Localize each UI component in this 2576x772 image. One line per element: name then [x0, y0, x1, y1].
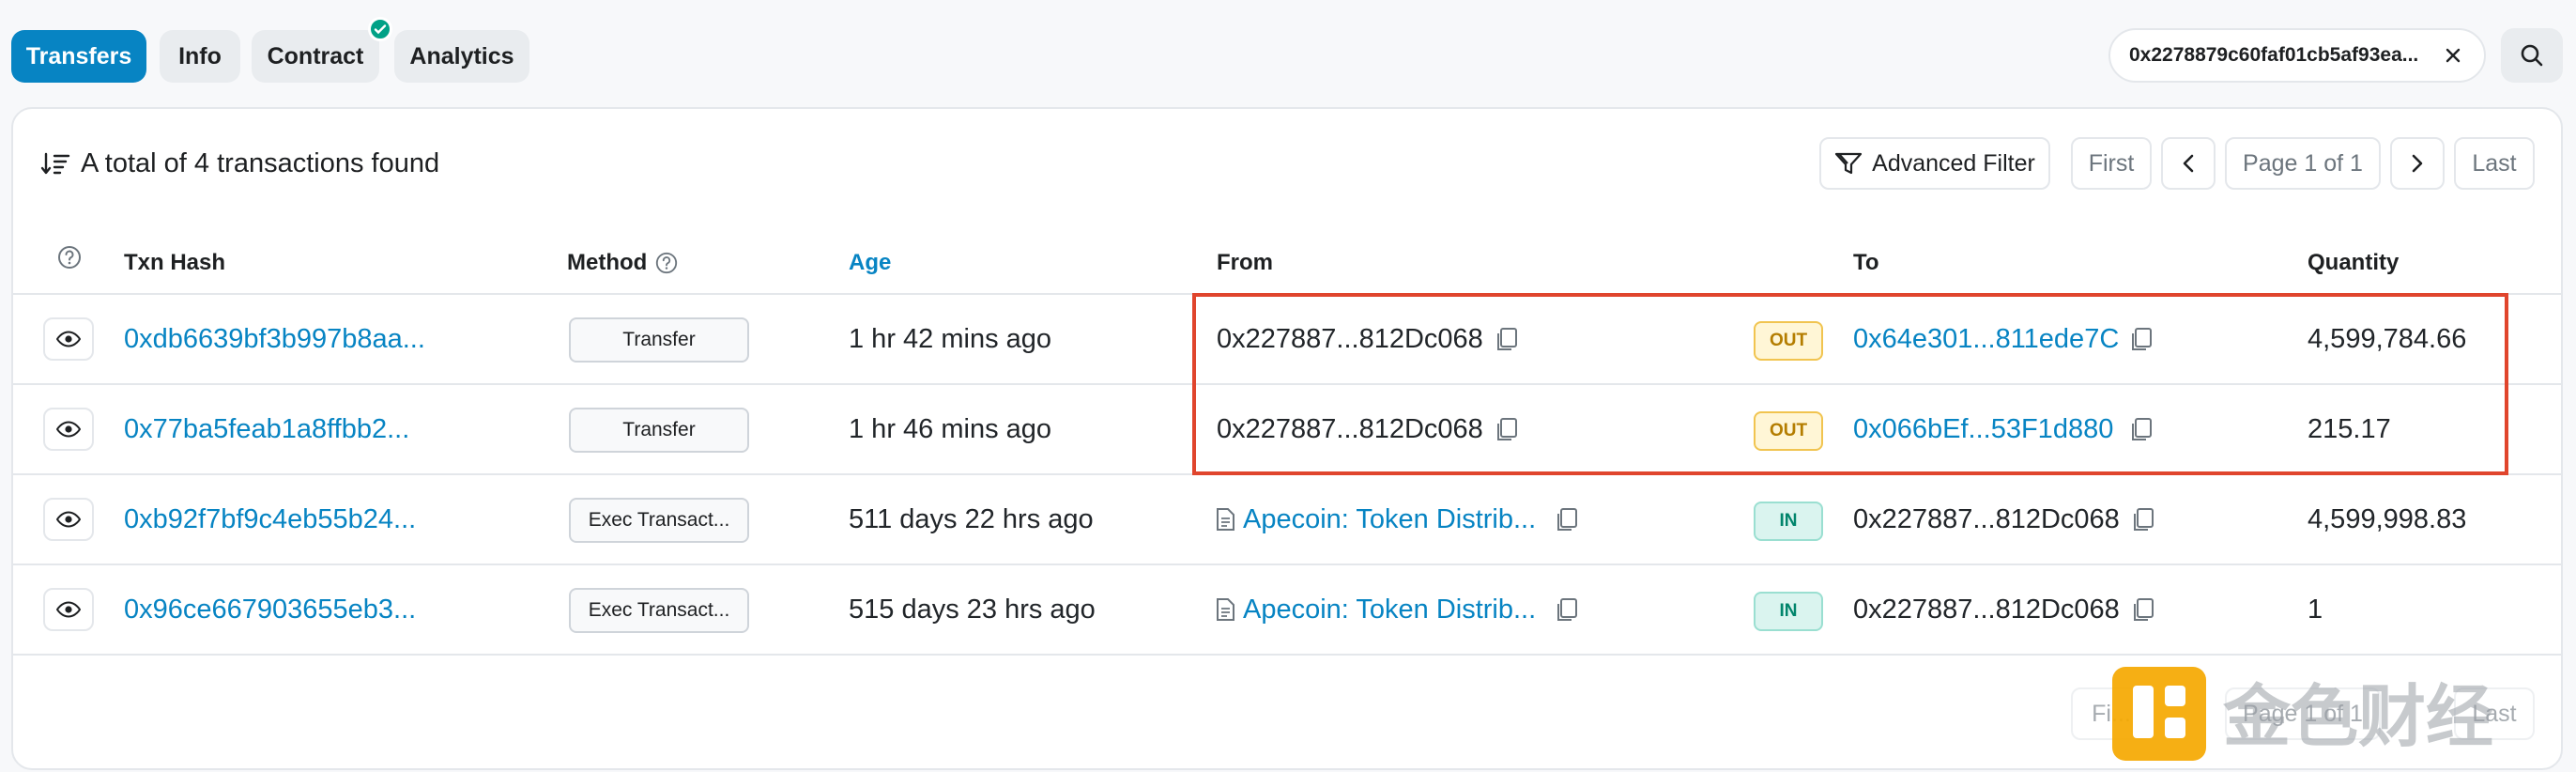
txn-hash-link[interactable]: 0x96ce667903655eb3...	[124, 565, 416, 654]
table-header: Txn Hash Method Age From To Quantity	[13, 229, 2561, 295]
svg-text:金色财经: 金色财经	[2222, 677, 2493, 756]
view-details-button[interactable]	[43, 408, 94, 451]
view-details-button[interactable]	[43, 498, 94, 541]
table-row: 0x96ce667903655eb3... Exec Transact... 5…	[13, 565, 2561, 656]
contract-doc-icon	[1215, 597, 1235, 622]
search-button[interactable]	[2501, 28, 2563, 83]
tab-info[interactable]: Info	[160, 30, 240, 83]
quantity-value: 4,599,998.83	[2308, 503, 2467, 534]
from-address: Apecoin: Token Distrib...	[1243, 503, 1537, 534]
col-from: From	[1217, 250, 1273, 275]
from-contract-link[interactable]: Apecoin: Token Distrib...	[1215, 565, 1536, 654]
chevron-right-icon	[2412, 154, 2423, 173]
advanced-filter-label: Advanced Filter	[1872, 149, 2035, 177]
txn-age: 511 days 22 hrs ago	[849, 503, 1094, 534]
eye-icon	[56, 331, 81, 347]
copy-icon[interactable]	[2129, 596, 2157, 625]
method-badge: Exec Transact...	[569, 588, 749, 633]
method-badge: Transfer	[569, 408, 749, 453]
address-filter-chip: 0x2278879c60faf01cb5af93ea...	[2108, 28, 2486, 83]
eye-icon	[56, 511, 81, 528]
filter-icon	[1835, 152, 1863, 175]
tab-transfers[interactable]: Transfers	[11, 30, 146, 83]
contract-doc-icon	[1215, 507, 1235, 532]
clear-filter-icon[interactable]	[2439, 41, 2467, 69]
first-page-button[interactable]: First	[2071, 137, 2152, 190]
eye-icon	[56, 421, 81, 438]
txn-hash-link[interactable]: 0xb92f7bf9c4eb55b24...	[124, 475, 416, 564]
tab-analytics[interactable]: Analytics	[394, 30, 529, 83]
method-help-icon[interactable]	[654, 251, 679, 275]
sort-icon	[40, 152, 70, 174]
eye-icon	[56, 601, 81, 618]
help-icon[interactable]	[56, 244, 83, 277]
from-address: Apecoin: Token Distrib...	[1243, 594, 1537, 625]
last-page-button[interactable]: Last	[2454, 137, 2535, 190]
txn-age: 1 hr 42 mins ago	[849, 323, 1052, 354]
to-address: 0x227887...812Dc068	[1853, 503, 2120, 534]
col-method: Method	[567, 250, 679, 276]
method-badge: Exec Transact...	[569, 498, 749, 543]
page-indicator: Page 1 of 1	[2225, 137, 2381, 190]
direction-badge: IN	[1754, 502, 1823, 541]
summary-text: A total of 4 transactions found	[81, 148, 440, 178]
col-quantity: Quantity	[2308, 250, 2400, 275]
verified-check-icon	[368, 17, 392, 41]
search-icon	[2521, 44, 2543, 67]
from-contract-link[interactable]: Apecoin: Token Distrib...	[1215, 475, 1536, 564]
advanced-filter-button[interactable]: Advanced Filter	[1819, 137, 2050, 190]
watermark-logo: 金色财经	[2112, 667, 2493, 761]
copy-icon[interactable]	[2129, 506, 2157, 534]
txn-hash-link[interactable]: 0xdb6639bf3b997b8aa...	[124, 295, 425, 383]
table-row: 0xb92f7bf9c4eb55b24... Exec Transact... …	[13, 475, 2561, 565]
direction-badge: IN	[1754, 592, 1823, 631]
prev-page-button[interactable]	[2161, 137, 2216, 190]
txn-age: 1 hr 46 mins ago	[849, 413, 1052, 444]
txn-hash-link[interactable]: 0x77ba5feab1a8ffbb2...	[124, 385, 409, 473]
copy-icon[interactable]	[1553, 506, 1581, 534]
col-to: To	[1853, 250, 1879, 275]
col-method-label: Method	[567, 250, 648, 275]
col-age[interactable]: Age	[849, 250, 891, 276]
next-page-button[interactable]	[2390, 137, 2445, 190]
transactions-summary: A total of 4 transactions found	[39, 148, 439, 179]
tab-contract[interactable]: Contract	[252, 30, 379, 83]
to-address: 0x227887...812Dc068	[1853, 594, 2120, 625]
view-details-button[interactable]	[43, 317, 94, 361]
chevron-left-icon	[2183, 154, 2194, 173]
col-txn-hash: Txn Hash	[124, 250, 226, 275]
txn-age: 515 days 23 hrs ago	[849, 594, 1096, 625]
copy-icon[interactable]	[1553, 596, 1581, 625]
method-badge: Transfer	[569, 317, 749, 363]
address-filter-text: 0x2278879c60faf01cb5af93ea...	[2129, 44, 2419, 66]
quantity-value: 1	[2308, 594, 2323, 625]
view-details-button[interactable]	[43, 588, 94, 631]
highlight-box	[1192, 293, 2508, 475]
